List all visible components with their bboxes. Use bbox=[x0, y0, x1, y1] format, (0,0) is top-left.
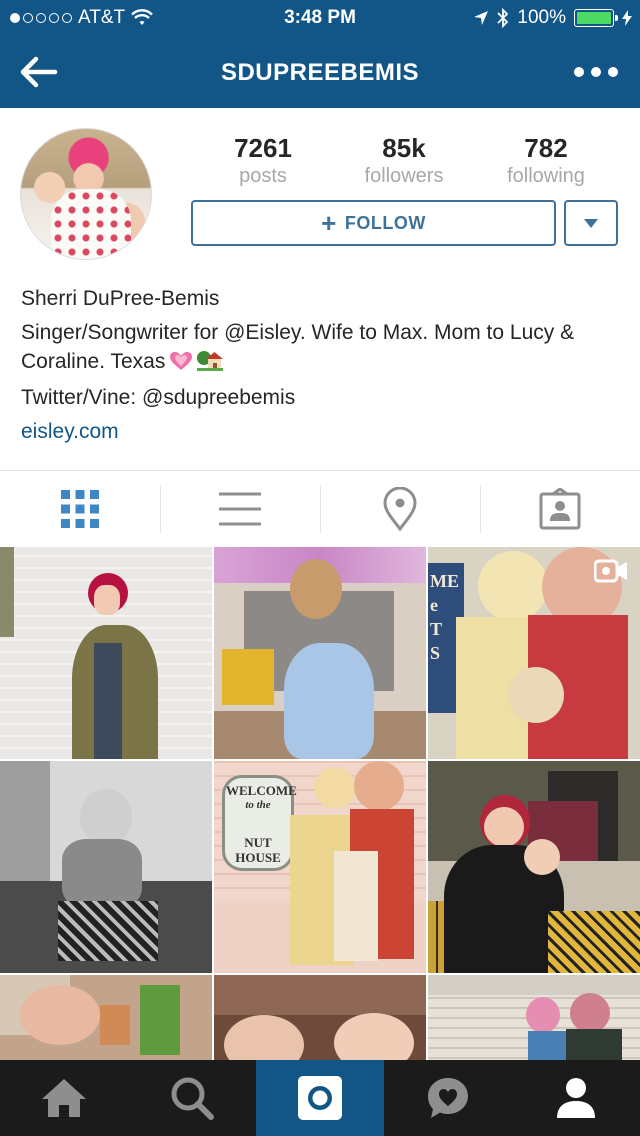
photo-thumbnail[interactable] bbox=[0, 975, 212, 1060]
back-button[interactable] bbox=[18, 52, 62, 92]
location-pin-icon bbox=[383, 487, 417, 531]
location-arrow-icon bbox=[474, 11, 489, 25]
photo-thumbnail[interactable] bbox=[0, 761, 212, 973]
status-bar: AT&T 3:48 PM 100% bbox=[0, 0, 640, 36]
home-icon bbox=[42, 1079, 86, 1117]
wifi-icon bbox=[131, 9, 154, 25]
following-count: 782 bbox=[524, 133, 568, 163]
tagged-photos-icon bbox=[539, 488, 581, 530]
bottom-tab-bar bbox=[0, 1060, 640, 1136]
photo-thumbnail[interactable] bbox=[214, 547, 426, 759]
grid-icon bbox=[61, 490, 99, 528]
charging-icon bbox=[622, 10, 632, 26]
growing-heart-icon bbox=[170, 352, 193, 370]
welcome-sign: WELCOME to the NUT HOUSE bbox=[226, 783, 297, 865]
following-label: following bbox=[507, 165, 585, 187]
followers-label: followers bbox=[364, 165, 444, 187]
photo-thumbnail[interactable] bbox=[0, 547, 212, 759]
website-link[interactable]: eisley.com bbox=[21, 417, 621, 446]
profile-name: Sherri DuPree-Bemis bbox=[21, 287, 220, 310]
battery-icon bbox=[574, 9, 618, 27]
suggestions-dropdown-button[interactable] bbox=[564, 200, 618, 246]
tab-home[interactable] bbox=[0, 1060, 128, 1136]
bio-text: Singer/Songwriter for @Eisley. Wife to M… bbox=[21, 321, 575, 373]
tab-map-view[interactable] bbox=[320, 471, 480, 547]
list-icon bbox=[219, 492, 261, 526]
more-options-icon bbox=[574, 67, 584, 77]
profile-icon bbox=[557, 1078, 595, 1118]
battery-percent: 100% bbox=[517, 7, 566, 28]
bluetooth-icon bbox=[497, 8, 509, 28]
status-right: 100% bbox=[473, 7, 632, 29]
photo-thumbnail[interactable] bbox=[428, 975, 640, 1060]
status-left: AT&T bbox=[10, 7, 154, 29]
tab-profile[interactable] bbox=[512, 1060, 640, 1136]
page-title: SDUPREEBEMIS bbox=[220, 59, 420, 86]
photo-thumbnail[interactable] bbox=[428, 761, 640, 973]
posts-label: posts bbox=[239, 165, 287, 187]
welcome-line: HOUSE bbox=[235, 850, 281, 865]
follow-button[interactable]: + FOLLOW bbox=[191, 200, 556, 246]
search-icon bbox=[171, 1077, 214, 1120]
photo-thumbnail[interactable]: WELCOME to the NUT HOUSE bbox=[214, 761, 426, 973]
profile-bio: Sherri DuPree-Bemis Singer/Songwriter fo… bbox=[21, 284, 621, 446]
twitter-vine-handle: Twitter/Vine: @sdupreebemis bbox=[21, 386, 296, 409]
carrier-label: AT&T bbox=[78, 7, 126, 28]
photo-grid: ME e T S WELCOME to the NUT HOUSE bbox=[0, 547, 640, 1060]
video-icon bbox=[594, 559, 627, 583]
plus-icon: + bbox=[321, 208, 337, 238]
welcome-line: WELCOME bbox=[226, 783, 297, 798]
profile-header: SDUPREEBEMIS bbox=[0, 36, 640, 108]
followers-count: 85k bbox=[382, 133, 426, 163]
tab-tagged-view[interactable] bbox=[480, 471, 640, 547]
posts-stat[interactable]: 7261 posts bbox=[203, 133, 323, 188]
bio-text-block: Singer/Songwriter for @Eisley. Wife to M… bbox=[21, 318, 621, 376]
welcome-line: to the bbox=[245, 799, 271, 811]
photo-thumbnail[interactable] bbox=[214, 975, 426, 1060]
signal-strength-icon bbox=[10, 13, 72, 23]
posts-count: 7261 bbox=[234, 133, 292, 163]
avatar[interactable] bbox=[20, 128, 152, 260]
tab-activity[interactable] bbox=[384, 1060, 512, 1136]
tab-camera[interactable] bbox=[256, 1060, 384, 1136]
followers-stat[interactable]: 85k followers bbox=[344, 133, 464, 188]
tab-search[interactable] bbox=[128, 1060, 256, 1136]
following-stat[interactable]: 782 following bbox=[486, 133, 606, 188]
activity-heart-bubble-icon bbox=[428, 1078, 468, 1118]
camera-icon bbox=[298, 1076, 342, 1120]
tab-list-view[interactable] bbox=[160, 471, 320, 547]
caret-down-icon bbox=[584, 218, 598, 228]
more-options-button[interactable] bbox=[574, 60, 618, 84]
photo-thumbnail[interactable]: ME e T S bbox=[428, 547, 640, 759]
tab-grid-view[interactable] bbox=[0, 471, 160, 547]
profile-view-tabs bbox=[0, 471, 640, 547]
follow-label: FOLLOW bbox=[344, 212, 426, 233]
house-with-garden-icon bbox=[197, 351, 224, 371]
back-arrow-icon bbox=[20, 56, 58, 88]
welcome-line: NUT bbox=[244, 835, 272, 850]
avatar-photo bbox=[51, 189, 131, 259]
